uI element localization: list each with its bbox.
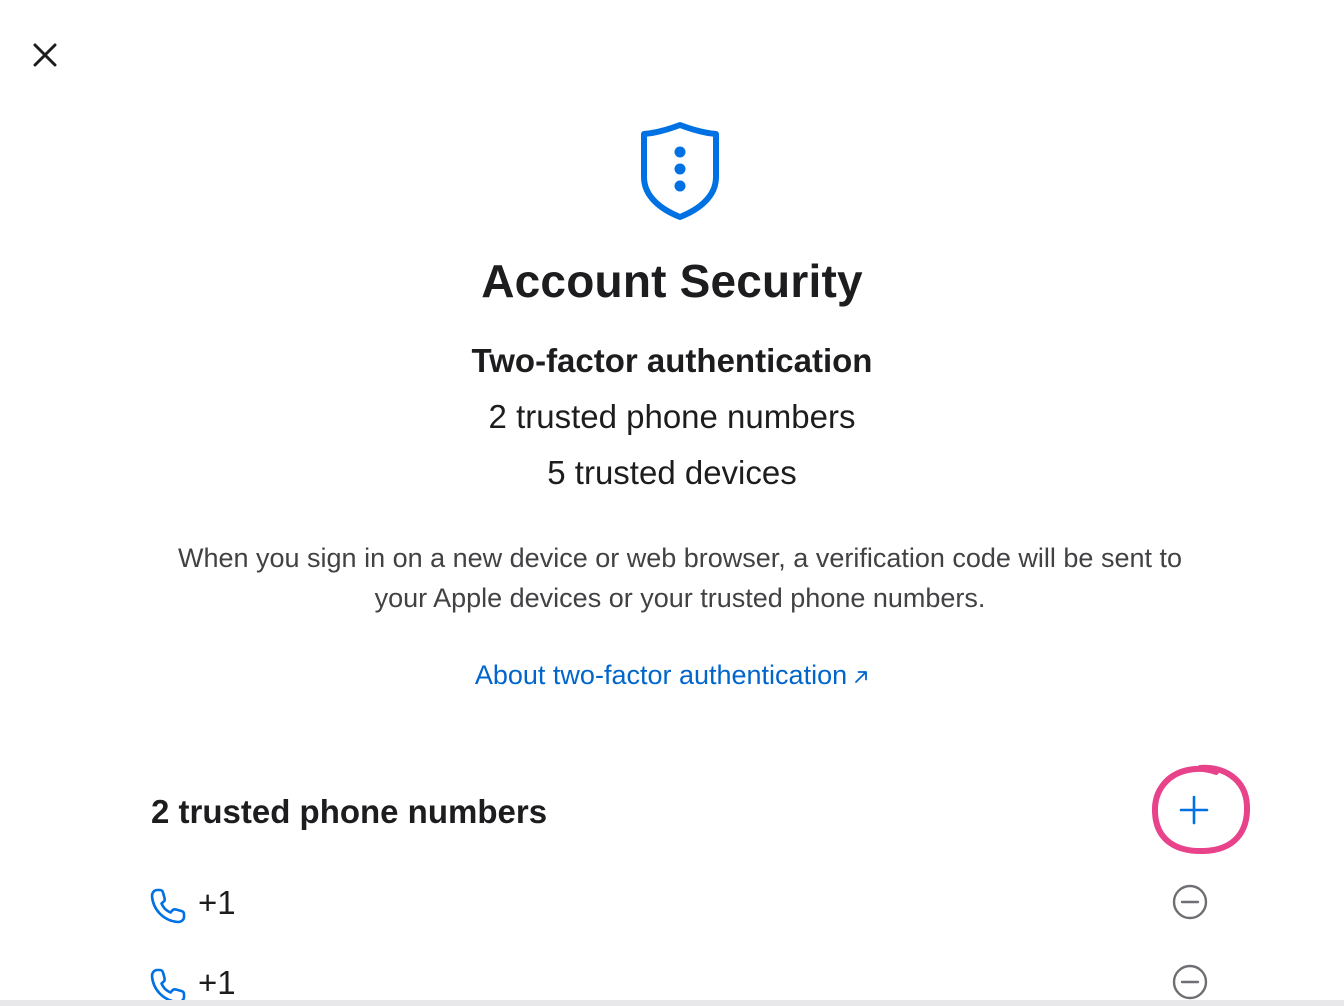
trusted-phone-row: +1 (148, 958, 1218, 1006)
account-security-page: Account Security Two-factor authenticati… (0, 0, 1344, 1006)
about-two-factor-link[interactable]: About two-factor authentication (0, 660, 1344, 692)
two-factor-heading: Two-factor authentication (471, 342, 873, 379)
plus-icon (1179, 795, 1209, 825)
trusted-phones-section-heading: 2 trusted phone numbers (151, 793, 548, 830)
minus-circle-icon (1172, 964, 1208, 1000)
window-bottom-edge (0, 1000, 1344, 1006)
about-two-factor-link-label: About two-factor authentication (474, 660, 848, 690)
close-icon (33, 43, 57, 67)
two-factor-description: When you sign in on a new device or web … (177, 543, 1183, 613)
add-phone-number-button[interactable] (1170, 786, 1218, 834)
phone-icon (150, 888, 186, 924)
phone-number: +1 (198, 884, 236, 921)
close-button[interactable] (26, 36, 64, 74)
external-arrow-icon (853, 661, 869, 692)
trusted-device-count: 5 trusted devices (547, 454, 797, 491)
trusted-phone-row: +1 (148, 878, 1218, 928)
phone-number: +1 (198, 964, 236, 1001)
remove-phone-button[interactable] (1170, 882, 1210, 922)
trusted-phone-count: 2 trusted phone numbers (488, 398, 856, 435)
minus-circle-icon (1172, 884, 1208, 920)
remove-phone-button[interactable] (1170, 962, 1210, 1002)
page-title: Account Security (481, 255, 863, 307)
shield-ellipsis-icon (641, 122, 719, 220)
